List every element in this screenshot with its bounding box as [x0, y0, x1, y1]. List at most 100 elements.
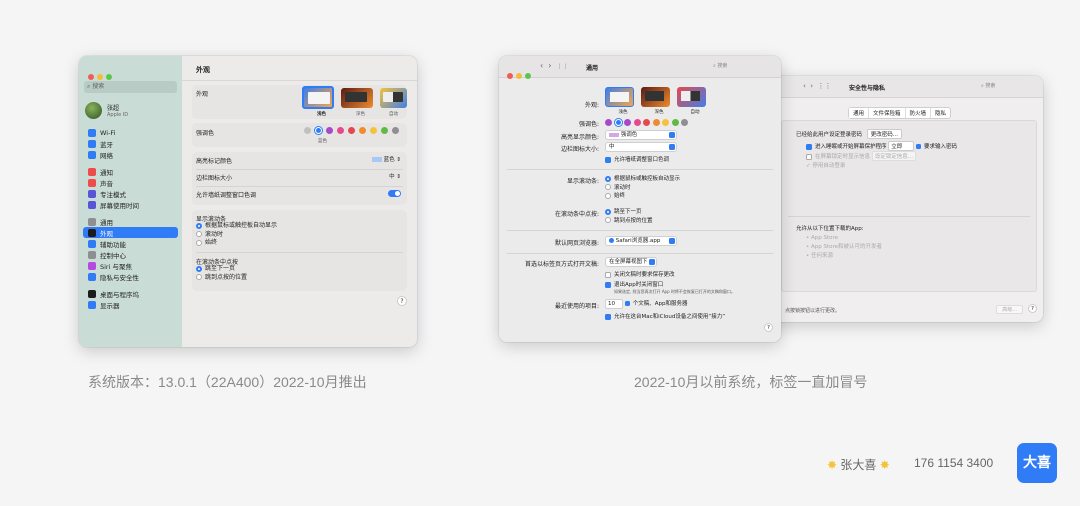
- scroll-option-auto[interactable]: 根据鼠标或触控板自动显示: [605, 175, 680, 184]
- minimize-button[interactable]: [516, 73, 522, 79]
- tab-privacy[interactable]: 隐私: [931, 108, 950, 118]
- search-icon: ⌕: [981, 83, 984, 89]
- chevron-updown-icon: [669, 132, 675, 138]
- accent-color-swatch[interactable]: [605, 119, 612, 126]
- appearance-light-thumb[interactable]: [302, 86, 334, 109]
- search-field[interactable]: ⌕ 搜索: [713, 62, 763, 72]
- click-option-spot[interactable]: 跳到点按的位置: [605, 217, 653, 226]
- zoom-button[interactable]: [106, 74, 112, 80]
- accent-color-swatch[interactable]: [671, 119, 679, 126]
- accent-color-swatch[interactable]: [633, 119, 641, 126]
- highlight-popup[interactable]: 蓝色 ⇕: [371, 155, 401, 163]
- sidebar-item-control-center[interactable]: 控制中心: [83, 249, 178, 260]
- sidebar-item-general[interactable]: 通用: [83, 216, 178, 227]
- accent-selected-label: 蓝色: [318, 139, 327, 144]
- handoff-checkbox[interactable]: 允许在这台Mac和iCloud设备之间使用“接力”: [605, 312, 725, 320]
- accent-color-swatch[interactable]: [370, 127, 377, 134]
- sidebar-item-wifi[interactable]: Wi-Fi: [83, 127, 178, 138]
- sidebar-item-focus[interactable]: 专注模式: [83, 188, 178, 199]
- appearance-dark-thumb[interactable]: [341, 88, 373, 108]
- accent-color-swatch[interactable]: [315, 127, 322, 134]
- click-option-spot[interactable]: 跳到点按的位置: [196, 274, 247, 283]
- tab-firewall[interactable]: 防火墙: [906, 108, 932, 118]
- accent-color-swatch[interactable]: [614, 119, 622, 126]
- sidebar-item-bluetooth[interactable]: 蓝牙: [83, 138, 178, 149]
- sidebar-search[interactable]: ⌕ 搜索: [84, 81, 177, 93]
- scroll-option-always[interactable]: 始终: [605, 192, 680, 201]
- appearance-light-thumb[interactable]: [605, 87, 634, 107]
- sidebar-item-accessibility[interactable]: 辅助功能: [83, 238, 178, 249]
- appearance-auto-thumb[interactable]: [380, 88, 407, 108]
- grid-icon[interactable]: ⋮⋮: [557, 63, 569, 70]
- sidebar-size-popup[interactable]: 中: [605, 142, 677, 152]
- zoom-button[interactable]: [525, 73, 531, 79]
- allow-app-store[interactable]: • App Store: [806, 234, 882, 243]
- close-button[interactable]: [507, 73, 513, 79]
- grid-icon[interactable]: ⋮⋮: [818, 82, 832, 90]
- browser-popup[interactable]: Safari浏览器.app: [605, 236, 677, 246]
- sidebar-icon-size-popup[interactable]: 中 ⇕: [389, 172, 401, 180]
- avatar: [85, 101, 102, 119]
- chevron-right-icon[interactable]: ›: [810, 82, 813, 90]
- show-message-checkbox[interactable]: [806, 153, 812, 160]
- require-password-popup[interactable]: 立即: [888, 141, 915, 151]
- help-button[interactable]: ?: [764, 323, 773, 332]
- accent-color-swatch[interactable]: [359, 127, 366, 134]
- appearance-dark-thumb[interactable]: [641, 87, 670, 107]
- sidebar-item-network[interactable]: 网络: [83, 149, 178, 160]
- accent-color-swatch[interactable]: [348, 127, 355, 134]
- disable-auto-login[interactable]: ✓ 停用自动登录: [806, 161, 845, 169]
- sidebar-item-notifications[interactable]: 通知: [83, 166, 178, 177]
- tabs-popup[interactable]: 在全屏幕视图下: [605, 257, 657, 267]
- tab-filevault[interactable]: 文件保险箱: [869, 108, 906, 118]
- scroll-option-auto[interactable]: 根据鼠标或触控板自动显示: [196, 222, 277, 231]
- help-button[interactable]: ?: [1028, 304, 1037, 313]
- allow-anywhere[interactable]: • 任何来源: [806, 252, 882, 261]
- close-button[interactable]: [88, 74, 94, 80]
- recent-items-popup[interactable]: 10: [605, 299, 623, 309]
- scroll-option-scrolling[interactable]: 滚动时: [605, 184, 680, 193]
- apple-id-row[interactable]: 张超 Apple ID: [85, 99, 128, 121]
- sidebar-item-siri[interactable]: Siri 与聚焦: [83, 260, 178, 271]
- sidebar-item-screen-time[interactable]: 屏幕使用时间: [83, 199, 178, 210]
- require-password-checkbox[interactable]: [806, 143, 812, 150]
- accent-color-swatch[interactable]: [652, 119, 660, 126]
- sidebar-item-privacy[interactable]: 隐私与安全性: [83, 271, 178, 282]
- wallpaper-tinting-toggle[interactable]: [388, 190, 401, 197]
- accent-color-swatch[interactable]: [337, 127, 344, 134]
- help-button[interactable]: ?: [397, 296, 407, 306]
- accent-color-swatch[interactable]: [381, 127, 388, 134]
- sidebar-item-displays[interactable]: 显示器: [83, 299, 178, 310]
- wallpaper-tint-checkbox[interactable]: 允许墙纸调整窗口色调: [605, 155, 669, 163]
- accent-color-swatch[interactable]: [304, 127, 311, 134]
- appearance-auto-thumb[interactable]: [677, 87, 706, 107]
- ask-keep-changes-checkbox[interactable]: 关闭文稿时要求保存更改: [605, 270, 675, 278]
- accent-swatches: [605, 119, 705, 127]
- accent-color-swatch[interactable]: [392, 127, 399, 134]
- accessibility-icon: [88, 239, 96, 248]
- minimize-button[interactable]: [97, 74, 103, 80]
- accent-color-swatch[interactable]: [681, 119, 688, 126]
- set-lock-message-button[interactable]: 设定锁定信息...: [871, 151, 917, 161]
- highlight-popup[interactable]: 强调色: [605, 130, 677, 140]
- click-option-next-page[interactable]: 跳至下一页: [605, 208, 653, 217]
- advanced-button[interactable]: 高级...: [996, 305, 1023, 314]
- sidebar-item-sound[interactable]: 声音: [83, 177, 178, 188]
- accent-color-swatch[interactable]: [662, 119, 669, 126]
- allow-identified-developers[interactable]: • App Store和被认可的开发者: [806, 243, 882, 252]
- scroll-option-scrolling[interactable]: 滚动时: [196, 231, 277, 240]
- click-option-next-page[interactable]: 跳至下一页: [196, 265, 247, 274]
- chevron-left-icon[interactable]: ‹: [803, 82, 806, 90]
- accent-color-swatch[interactable]: [643, 119, 650, 126]
- accent-color-swatch[interactable]: [326, 127, 333, 134]
- sidebar-item-appearance[interactable]: 外观: [83, 227, 178, 238]
- chevron-right-icon[interactable]: ›: [548, 61, 551, 70]
- search-field[interactable]: ⌕ 搜索: [981, 82, 1031, 92]
- close-windows-checkbox[interactable]: 退出App时关闭窗口: [605, 280, 663, 288]
- sidebar-item-desktop-dock[interactable]: 桌面与程序坞: [83, 288, 178, 299]
- chevron-left-icon[interactable]: ‹: [540, 61, 543, 70]
- tab-general[interactable]: 通用: [849, 108, 870, 118]
- change-password-button[interactable]: 更改密码...: [866, 129, 903, 139]
- scroll-option-always[interactable]: 始终: [196, 239, 277, 248]
- accent-color-swatch[interactable]: [624, 119, 631, 126]
